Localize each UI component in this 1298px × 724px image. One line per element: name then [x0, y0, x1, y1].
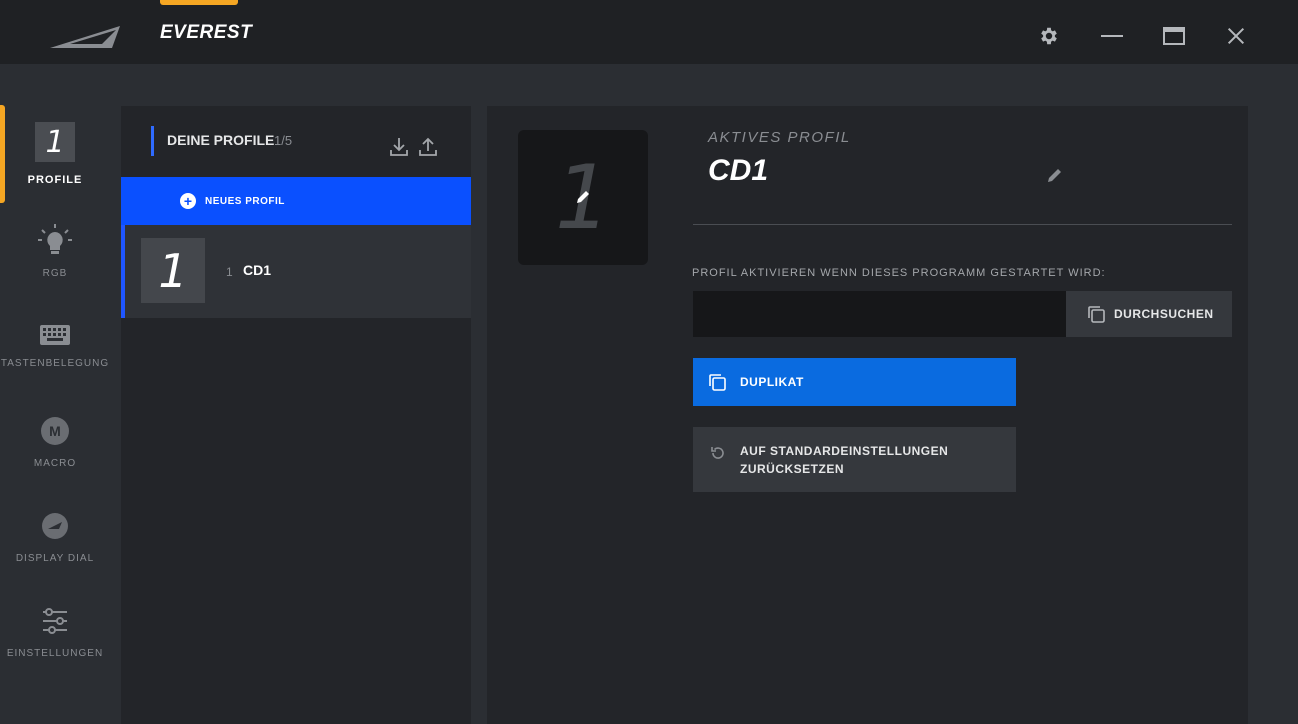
active-profile-label: AKTIVES PROFIL — [708, 129, 851, 146]
profile-count: 1/5 — [274, 133, 293, 148]
browse-label: DURCHSUCHEN — [1114, 307, 1214, 321]
new-profile-label: NEUES PROFIL — [205, 195, 285, 207]
sliders-icon — [43, 608, 67, 634]
minimize-button[interactable] — [1098, 22, 1126, 50]
keyboard-icon — [40, 325, 70, 345]
plus-icon: + — [180, 193, 196, 209]
maximize-button[interactable] — [1160, 22, 1188, 50]
nav-item-einstellungen[interactable]: EINSTELLUNGEN — [0, 607, 110, 703]
title-bar: EVEREST — [0, 0, 1298, 64]
nav-label: DISPLAY DIAL — [15, 553, 95, 564]
nav-item-macro[interactable]: M MACRO — [0, 417, 110, 513]
export-icon[interactable] — [418, 136, 438, 158]
duplicate-button[interactable]: DUPLIKAT — [693, 358, 1016, 406]
nav-item-display-dial[interactable]: DISPLAY DIAL — [0, 512, 110, 608]
active-tab-indicator — [160, 0, 238, 5]
profile-list-header: DEINE PROFILE 1/5 — [121, 106, 471, 177]
duplicate-icon — [709, 374, 726, 391]
reset-icon — [711, 447, 724, 459]
browse-icon — [1088, 306, 1105, 323]
profile-image-editor[interactable]: 1 — [518, 130, 648, 265]
profile-detail-panel: 1 AKTIVES PROFIL CD1 PROFIL AKTIVIEREN W… — [487, 106, 1248, 724]
close-icon — [1227, 27, 1245, 45]
profile-thumbnail: 1 — [141, 238, 205, 303]
profile-index: 1 — [226, 265, 233, 279]
profile-name: CD1 — [243, 262, 272, 278]
nav-item-tastenbelegung[interactable]: TASTENBELEGUNG — [0, 322, 110, 418]
nav-label: EINSTELLUNGEN — [6, 648, 104, 659]
program-path-input[interactable] — [693, 291, 1066, 337]
minimize-icon — [1101, 35, 1123, 37]
reset-defaults-label: AUF STANDARDEINSTELLUNGEN ZURÜCKSETZEN — [740, 443, 949, 476]
pencil-icon — [577, 191, 589, 203]
lightbulb-icon — [38, 224, 72, 254]
browse-button[interactable]: DURCHSUCHEN — [1066, 291, 1232, 337]
nav-label: MACRO — [33, 458, 77, 469]
duplicate-label: DUPLIKAT — [740, 375, 804, 389]
active-profile-name: CD1 — [708, 154, 769, 187]
header-accent-bar — [151, 126, 154, 156]
profile-list-item[interactable]: 1 1 CD1 — [121, 225, 471, 318]
macro-icon: M — [41, 417, 69, 445]
gear-icon — [1041, 27, 1057, 45]
profile-number-icon: 1 — [35, 122, 75, 162]
profile-list-title: DEINE PROFILE — [167, 132, 275, 148]
maximize-icon — [1163, 27, 1185, 45]
profile-list-panel: DEINE PROFILE 1/5 + NEUES PROFIL 1 1 CD1 — [121, 106, 471, 724]
nav-label: PROFILE — [27, 174, 83, 186]
edit-name-icon[interactable] — [1046, 166, 1064, 184]
import-icon[interactable] — [389, 136, 409, 158]
settings-button[interactable] — [1035, 22, 1063, 50]
nav-item-rgb[interactable]: RGB — [0, 224, 110, 320]
new-profile-button[interactable]: + NEUES PROFIL — [121, 177, 471, 225]
brand-logo — [50, 26, 120, 48]
nav-label: TASTENBELEGUNG — [0, 358, 110, 369]
app-title: EVEREST — [160, 22, 253, 43]
sidebar-nav: 1 PROFILE RGB TASTENBELEGUNG M MACRO DIS… — [0, 64, 110, 724]
close-button[interactable] — [1222, 22, 1250, 50]
nav-label: RGB — [42, 268, 68, 279]
reset-defaults-button[interactable]: AUF STANDARDEINSTELLUNGEN ZURÜCKSETZEN — [693, 427, 1016, 492]
display-dial-icon — [42, 513, 68, 539]
divider — [693, 224, 1232, 225]
program-activation-label: PROFIL AKTIVIEREN WENN DIESES PROGRAMM G… — [692, 267, 1106, 279]
nav-item-profile[interactable]: 1 PROFILE — [0, 122, 110, 218]
